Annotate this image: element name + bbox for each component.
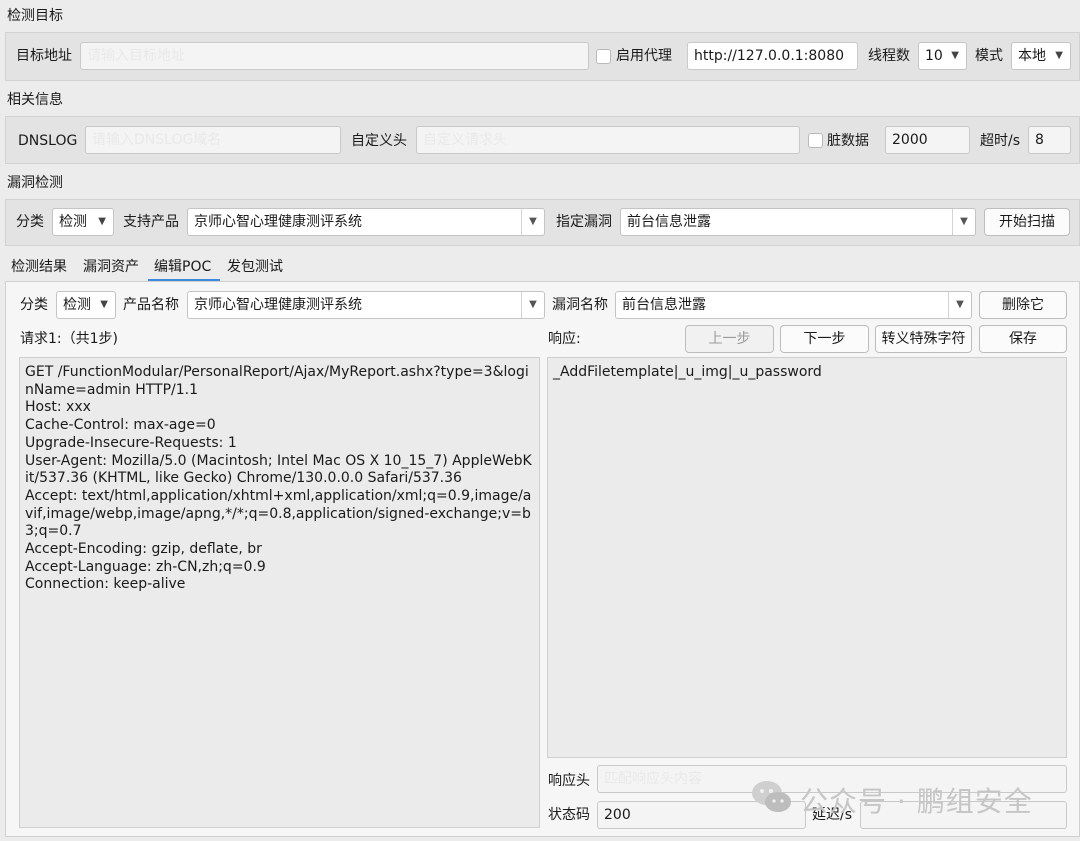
- vuln-specify-label: 指定漏洞: [556, 214, 612, 230]
- chevron-down-icon: ▼: [1055, 50, 1063, 61]
- dirty-data-checkbox[interactable]: [808, 133, 823, 148]
- vuln-category-label: 分类: [16, 214, 44, 230]
- poc-product-value: 京师心智心理健康测评系统: [194, 297, 362, 313]
- target-address-label: 目标地址: [16, 48, 72, 64]
- poc-vuln-label: 漏洞名称: [552, 297, 608, 313]
- tab-send-packet[interactable]: 发包测试: [227, 257, 283, 277]
- chevron-down-icon: ▼: [98, 216, 106, 227]
- timeout-label: 超时/s: [980, 133, 1021, 149]
- target-address-input[interactable]: 请输入目标地址: [80, 42, 589, 70]
- poc-category-select[interactable]: 检测 ▼: [56, 291, 116, 319]
- tab-edit-poc[interactable]: 编辑POC: [154, 257, 211, 277]
- poc-vuln-value: 前台信息泄露: [622, 297, 706, 313]
- request-textarea[interactable]: GET /FunctionModular/PersonalReport/Ajax…: [19, 357, 540, 828]
- tab-detect-results[interactable]: 检测结果: [11, 257, 67, 277]
- dirty-data-input[interactable]: 2000: [885, 126, 970, 154]
- chevron-down-icon[interactable]: ▼: [521, 292, 544, 318]
- mode-value: 本地: [1018, 48, 1046, 64]
- wechat-icon: [750, 778, 794, 816]
- chevron-down-icon[interactable]: ▼: [948, 292, 971, 318]
- custom-headers-input[interactable]: 自定义请求头: [416, 126, 800, 154]
- proxy-address-input[interactable]: http://127.0.0.1:8080: [687, 42, 858, 70]
- vuln-specify-value: 前台信息泄露: [627, 214, 711, 230]
- chevron-down-icon[interactable]: ▼: [521, 209, 544, 235]
- dnslog-label: DNSLOG: [18, 133, 78, 149]
- section-title-target: 检测目标: [7, 8, 63, 24]
- mode-label: 模式: [975, 48, 1003, 64]
- poc-vuln-combobox[interactable]: 前台信息泄露 ▼: [615, 291, 972, 319]
- threads-value: 10: [925, 48, 943, 64]
- section-title-vuln: 漏洞检测: [7, 175, 63, 191]
- section-title-info: 相关信息: [7, 92, 63, 108]
- vuln-category-select[interactable]: 检测 ▼: [52, 208, 114, 236]
- vuln-category-value: 检测: [59, 214, 87, 230]
- tab-vuln-assets[interactable]: 漏洞资产: [83, 257, 139, 277]
- start-scan-button[interactable]: 开始扫描: [984, 208, 1070, 236]
- poc-product-combobox[interactable]: 京师心智心理健康测评系统 ▼: [187, 291, 545, 319]
- watermark-text: 公众号 · 鹏组安全: [800, 785, 1033, 818]
- response-textarea[interactable]: _AddFiletemplate|_u_img|_u_password: [547, 357, 1067, 758]
- vuln-product-value: 京师心智心理健康测评系统: [194, 214, 362, 230]
- prev-step-button[interactable]: 上一步: [685, 325, 774, 353]
- threads-select[interactable]: 10 ▼: [918, 42, 967, 70]
- custom-headers-label: 自定义头: [351, 133, 407, 149]
- proxy-label: 启用代理: [616, 48, 672, 64]
- chevron-down-icon: ▼: [100, 299, 108, 310]
- response-header-label: 响应头: [548, 773, 590, 789]
- poc-category-value: 检测: [63, 297, 91, 313]
- mode-select[interactable]: 本地 ▼: [1011, 42, 1071, 70]
- dirty-data-label: 脏数据: [827, 133, 869, 149]
- save-button[interactable]: 保存: [979, 325, 1067, 353]
- vuln-product-combobox[interactable]: 京师心智心理健康测评系统 ▼: [187, 208, 545, 236]
- timeout-input[interactable]: 8: [1028, 126, 1071, 154]
- chevron-down-icon: ▼: [951, 50, 959, 61]
- poc-category-label: 分类: [20, 297, 48, 313]
- proxy-checkbox[interactable]: [596, 49, 611, 64]
- dnslog-input[interactable]: 请输入DNSLOG域名: [85, 126, 341, 154]
- vuln-specify-combobox[interactable]: 前台信息泄露 ▼: [620, 208, 976, 236]
- delete-poc-button[interactable]: 删除它: [979, 291, 1067, 319]
- request-step-label: 请求1:（共1步): [20, 331, 118, 347]
- threads-label: 线程数: [868, 48, 910, 64]
- vuln-product-label: 支持产品: [123, 214, 179, 230]
- chevron-down-icon[interactable]: ▼: [952, 209, 975, 235]
- poc-product-label: 产品名称: [123, 297, 179, 313]
- escape-chars-button[interactable]: 转义特殊字符: [875, 325, 972, 353]
- next-step-button[interactable]: 下一步: [780, 325, 869, 353]
- status-code-label: 状态码: [548, 807, 590, 823]
- response-label: 响应:: [548, 331, 581, 347]
